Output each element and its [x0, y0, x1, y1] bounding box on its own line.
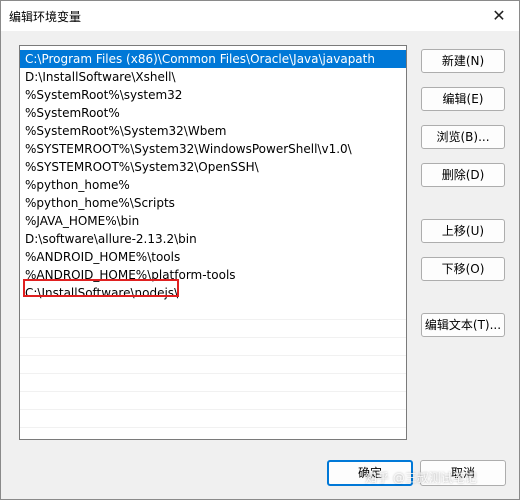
empty-row [20, 320, 406, 338]
edit-text-button[interactable]: 编辑文本(T)... [421, 313, 505, 337]
edit-env-variable-dialog: 编辑环境变量 ✕ C:\Program Files (x86)\Common F… [0, 0, 520, 500]
path-list[interactable]: C:\Program Files (x86)\Common Files\Orac… [19, 45, 407, 440]
path-list-item[interactable]: D:\InstallSoftware\Xshell\ [20, 68, 406, 86]
empty-row [20, 392, 406, 410]
empty-row [20, 356, 406, 374]
annotation-highlight-box [23, 279, 179, 297]
path-list-item[interactable]: %SYSTEMROOT%\System32\WindowsPowerShell\… [20, 140, 406, 158]
move-up-button[interactable]: 上移(U) [421, 219, 505, 243]
path-list-item[interactable]: D:\software\allure-2.13.2\bin [20, 230, 406, 248]
path-list-item[interactable]: C:\Program Files (x86)\Common Files\Orac… [20, 50, 406, 68]
delete-button[interactable]: 删除(D) [421, 163, 505, 187]
path-list-item[interactable]: %SystemRoot%\System32\Wbem [20, 122, 406, 140]
empty-row [20, 302, 406, 320]
close-icon: ✕ [492, 6, 506, 25]
path-list-item[interactable]: %python_home%\Scripts [20, 194, 406, 212]
edit-button[interactable]: 编辑(E) [421, 87, 505, 111]
path-list-item[interactable]: %SYSTEMROOT%\System32\OpenSSH\ [20, 158, 406, 176]
empty-row [20, 338, 406, 356]
dialog-title: 编辑环境变量 [9, 10, 82, 24]
empty-row [20, 374, 406, 392]
path-list-item[interactable]: %SystemRoot%\system32 [20, 86, 406, 104]
path-list-item[interactable]: %python_home% [20, 176, 406, 194]
path-list-item[interactable]: %JAVA_HOME%\bin [20, 212, 406, 230]
new-button[interactable]: 新建(N) [421, 49, 505, 73]
watermark: 知乎 @三叔测试笔记 [365, 471, 477, 485]
title-bar: 编辑环境变量 ✕ [1, 1, 519, 31]
move-down-button[interactable]: 下移(O) [421, 257, 505, 281]
empty-row [20, 410, 406, 428]
close-button[interactable]: ✕ [479, 1, 519, 31]
browse-button[interactable]: 浏览(B)... [421, 125, 505, 149]
path-list-item[interactable]: %SystemRoot% [20, 104, 406, 122]
path-list-item[interactable]: %ANDROID_HOME%\tools [20, 248, 406, 266]
